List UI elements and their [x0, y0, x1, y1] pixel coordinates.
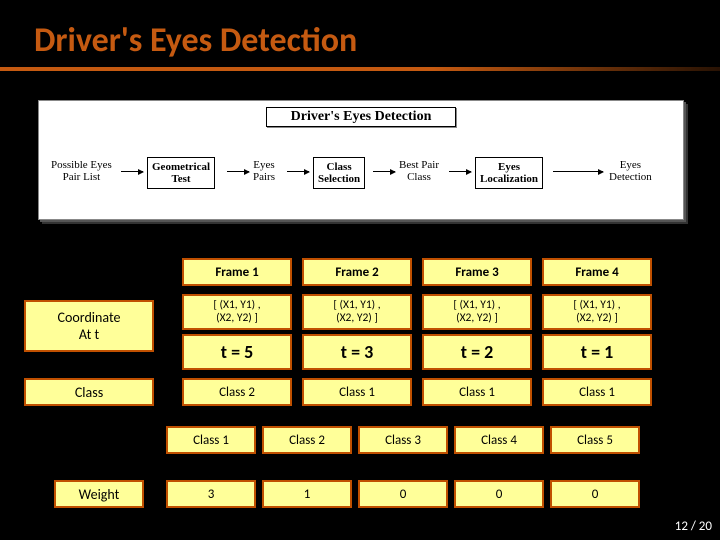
t-cell: t = 5 — [182, 334, 292, 370]
page-number: 12 / 20 — [675, 519, 712, 534]
step-eyes-detection: Eyes Detection — [609, 159, 652, 183]
class-cell: Class 1 — [302, 378, 412, 406]
frame-header: Frame 3 — [422, 258, 532, 286]
frame-header: Frame 4 — [542, 258, 652, 286]
coord-cell: [ (X1, Y1) , (X2, Y2) ] — [542, 294, 652, 330]
coord-cell: [ (X1, Y1) , (X2, Y2) ] — [182, 294, 292, 330]
t-cell: t = 1 — [542, 334, 652, 370]
weight-value: 0 — [550, 480, 640, 508]
weight-value: 0 — [358, 480, 448, 508]
class-cell: Class 1 — [542, 378, 652, 406]
arrow-icon — [373, 171, 395, 172]
slide-title: Driver's Eyes Detection — [0, 0, 720, 61]
t-cell: t = 2 — [422, 334, 532, 370]
step-possible-eyes: Possible Eyes Pair List — [51, 159, 112, 183]
weight-class-header: Class 1 — [166, 426, 256, 454]
title-underline — [0, 67, 720, 71]
coord-cell: [ (X1, Y1) , (X2, Y2) ] — [422, 294, 532, 330]
flow-diagram: Driver's Eyes Detection Possible Eyes Pa… — [38, 100, 684, 220]
step-class-selection: Class Selection — [313, 157, 365, 189]
arrow-icon — [121, 171, 143, 172]
weight-value: 3 — [166, 480, 256, 508]
step-eyes-pairs: Eyes Pairs — [253, 159, 275, 183]
step-geometrical-test: Geometrical Test — [147, 157, 215, 189]
label-coordinate: Coordinate At t — [24, 300, 154, 352]
weight-class-header: Class 2 — [262, 426, 352, 454]
weight-value: 0 — [454, 480, 544, 508]
arrow-icon — [449, 171, 471, 172]
weight-value: 1 — [262, 480, 352, 508]
weight-class-header: Class 5 — [550, 426, 640, 454]
step-best-pair: Best Pair Class — [399, 159, 439, 183]
arrow-icon — [553, 171, 603, 172]
arrow-icon — [227, 171, 249, 172]
weight-class-header: Class 3 — [358, 426, 448, 454]
class-cell: Class 2 — [182, 378, 292, 406]
weight-class-header: Class 4 — [454, 426, 544, 454]
label-class: Class — [24, 378, 154, 406]
coord-cell: [ (X1, Y1) , (X2, Y2) ] — [302, 294, 412, 330]
frame-header: Frame 1 — [182, 258, 292, 286]
class-cell: Class 1 — [422, 378, 532, 406]
flow-row: Possible Eyes Pair List Geometrical Test… — [39, 149, 683, 209]
step-eyes-localization: Eyes Localization — [475, 157, 543, 189]
frame-header: Frame 2 — [302, 258, 412, 286]
label-weight: Weight — [54, 480, 144, 508]
diagram-title: Driver's Eyes Detection — [266, 107, 457, 127]
t-cell: t = 3 — [302, 334, 412, 370]
arrow-icon — [287, 171, 309, 172]
